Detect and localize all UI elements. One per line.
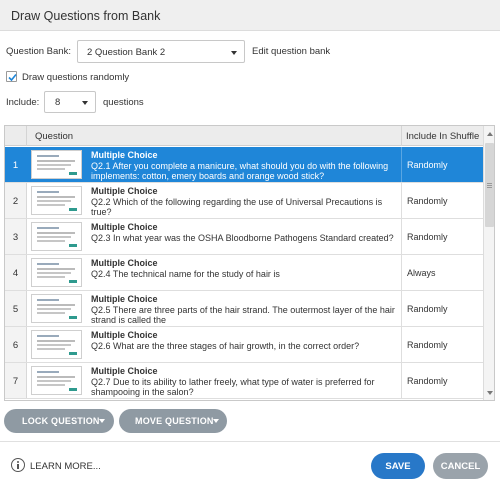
row-number: 6 — [5, 327, 27, 362]
question-type: Multiple Choice — [91, 294, 158, 304]
shuffle-cell[interactable]: Always — [401, 255, 483, 290]
chevron-down-icon — [213, 419, 219, 423]
question-column-header[interactable]: Question — [35, 131, 73, 142]
question-bank-label: Question Bank: — [6, 46, 71, 57]
row-number: 4 — [5, 255, 27, 290]
question-type: Multiple Choice — [91, 330, 158, 340]
question-bank-value: 2 Question Bank 2 — [87, 47, 166, 58]
table-row[interactable]: 6 Multiple Choice Q2.6 What are the three … — [5, 327, 483, 363]
slide-thumbnail — [31, 258, 82, 287]
question-type: Multiple Choice — [91, 186, 158, 196]
slide-thumbnail — [31, 186, 82, 215]
question-bank-dropdown[interactable]: 2 Question Bank 2 — [77, 40, 245, 63]
question-text: Q2.2 Which of the following regarding th… — [91, 196, 383, 218]
chevron-down-icon — [231, 51, 237, 55]
chevron-down-icon — [82, 101, 88, 105]
info-icon[interactable] — [11, 458, 25, 472]
scroll-down-icon[interactable] — [487, 391, 493, 395]
move-question-label: MOVE QUESTION — [135, 416, 214, 426]
learn-more-link[interactable]: LEARN MORE... — [30, 461, 101, 472]
scroll-up-icon[interactable] — [487, 132, 493, 136]
slide-thumbnail — [31, 330, 82, 359]
shuffle-cell[interactable]: Randomly — [401, 291, 483, 326]
row-number: 2 — [5, 183, 27, 218]
question-type: Multiple Choice — [91, 258, 158, 268]
shuffle-column-header[interactable]: Include In Shuffle — [401, 126, 483, 146]
row-number: 3 — [5, 219, 27, 254]
question-text: Q2.5 There are three parts of the hair s… — [91, 304, 395, 326]
slide-thumbnail — [31, 366, 82, 395]
grip-icon — [487, 183, 492, 184]
shuffle-cell[interactable]: Randomly — [401, 327, 483, 362]
question-text: Q2.1 After you complete a manicure, what… — [91, 160, 389, 182]
table-row[interactable]: 4 Multiple Choice Q2.4 The technical name … — [5, 255, 483, 291]
question-cell: Multiple Choice Q2.2 Which of the followi… — [91, 186, 397, 218]
table-scrollbar[interactable] — [483, 126, 494, 400]
table-header: Question Include In Shuffle — [5, 126, 483, 146]
shuffle-cell[interactable]: Randomly — [401, 147, 483, 182]
footer-divider — [0, 441, 500, 442]
move-question-button[interactable]: MOVE QUESTION — [119, 409, 227, 433]
question-cell: Multiple Choice Q2.1 After you complete a… — [91, 150, 397, 182]
question-cell: Multiple Choice Q2.3 In what year was the… — [91, 222, 397, 243]
question-cell: Multiple Choice Q2.7 Due to its ability t… — [91, 366, 397, 398]
cancel-button[interactable]: CANCEL — [433, 453, 488, 479]
checkmark-icon — [8, 73, 17, 82]
row-number: 5 — [5, 291, 27, 326]
lock-question-button[interactable]: LOCK QUESTION — [4, 409, 114, 433]
edit-question-bank-link[interactable]: Edit question bank — [252, 46, 330, 57]
row-number-header — [5, 126, 27, 146]
question-cell: Multiple Choice Q2.6 What are the three s… — [91, 330, 397, 351]
question-cell: Multiple Choice Q2.5 There are three part… — [91, 294, 397, 326]
table-row[interactable]: 7 Multiple Choice Q2.7 Due to its ability … — [5, 363, 483, 399]
slide-thumbnail — [31, 150, 82, 179]
row-number: 7 — [5, 363, 27, 398]
chevron-down-icon — [99, 419, 105, 423]
dialog-title: Draw Questions from Bank — [11, 9, 161, 23]
question-text: Q2.3 In what year was the OSHA Bloodborn… — [91, 232, 394, 243]
question-text: Q2.4 The technical name for the study of… — [91, 268, 280, 279]
shuffle-cell[interactable]: Randomly — [401, 219, 483, 254]
include-count-dropdown[interactable]: 8 — [44, 91, 96, 113]
question-text: Q2.6 What are the three stages of hair g… — [91, 340, 360, 351]
draw-randomly-label: Draw questions randomly — [22, 72, 130, 83]
question-text: Q2.7 Due to its ability to lather freely… — [91, 376, 375, 398]
question-type: Multiple Choice — [91, 366, 158, 376]
question-type: Multiple Choice — [91, 150, 158, 160]
questions-table: Question Include In Shuffle 1 Multiple Ch… — [4, 125, 495, 401]
shuffle-column-label: Include In Shuffle — [406, 131, 480, 142]
scrollbar-thumb[interactable] — [485, 143, 494, 227]
dialog-header: Draw Questions from Bank — [0, 0, 500, 31]
shuffle-cell[interactable]: Randomly — [401, 183, 483, 218]
include-count-value: 8 — [55, 97, 61, 108]
save-button[interactable]: SAVE — [371, 453, 425, 479]
include-label: Include: — [6, 97, 40, 108]
row-number: 1 — [5, 147, 27, 182]
table-row[interactable]: 2 Multiple Choice Q2.2 Which of the follow… — [5, 183, 483, 219]
table-row[interactable]: 3 Multiple Choice Q2.3 In what year was th… — [5, 219, 483, 255]
slide-thumbnail — [31, 294, 82, 323]
shuffle-cell[interactable]: Randomly — [401, 363, 483, 398]
lock-question-label: LOCK QUESTION — [22, 416, 100, 426]
question-type: Multiple Choice — [91, 222, 158, 232]
slide-thumbnail — [31, 222, 82, 251]
question-cell: Multiple Choice Q2.4 The technical name f… — [91, 258, 397, 279]
table-row[interactable]: 5 Multiple Choice Q2.5 There are three par… — [5, 291, 483, 327]
table-row[interactable]: 1 Multiple Choice Q2.1 After you complete … — [5, 147, 483, 183]
draw-randomly-checkbox[interactable] — [6, 71, 17, 82]
include-suffix-label: questions — [103, 97, 144, 108]
